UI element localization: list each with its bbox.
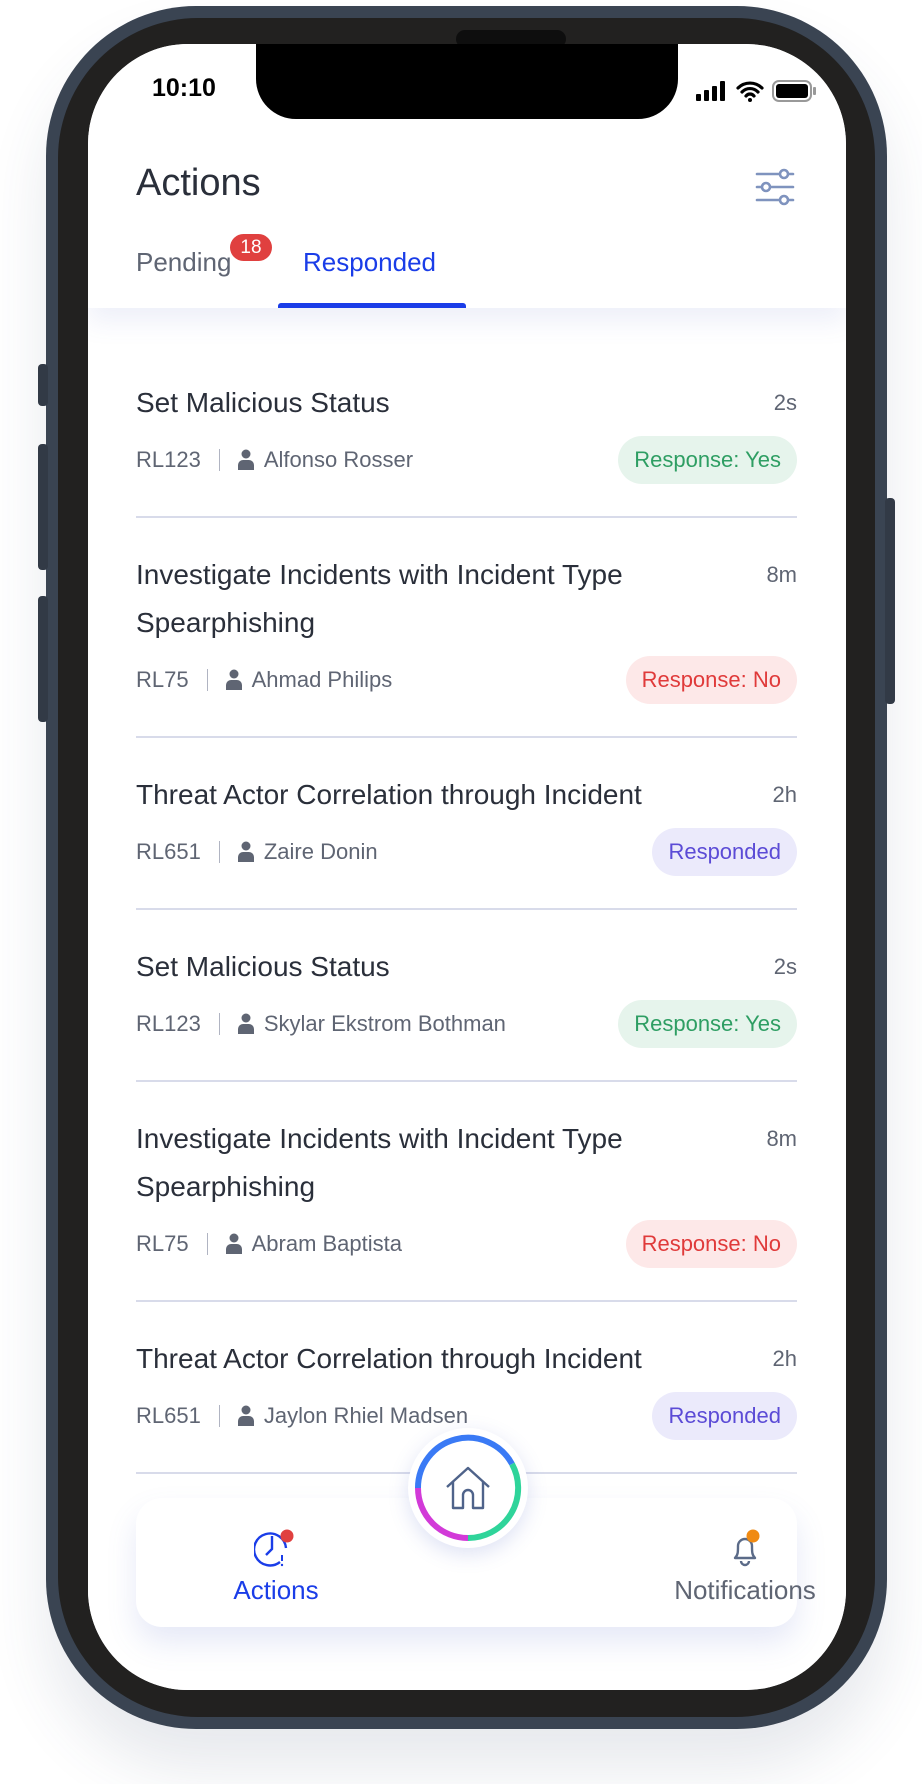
bell-icon xyxy=(733,1529,760,1567)
list-item[interactable]: Threat Actor Correlation through Inciden… xyxy=(136,738,797,910)
item-meta-row: RL75 Abram Baptista Response: No xyxy=(136,1220,797,1268)
item-title: Threat Actor Correlation through Inciden… xyxy=(136,779,642,810)
item-user: Zaire Donin xyxy=(263,839,378,864)
status-time: 10:10 xyxy=(152,74,216,102)
clock-alert-icon xyxy=(252,1529,294,1567)
divider xyxy=(218,449,220,471)
item-meta: RL123 Alfonso Rosser xyxy=(136,447,413,473)
nav-notifications[interactable]: Notifications xyxy=(656,1528,834,1606)
header: 10:10 Actions Pending 18 Responded xyxy=(88,44,846,308)
person-icon xyxy=(237,841,254,862)
item-time: 2h xyxy=(772,1346,797,1371)
item-id: RL651 xyxy=(136,1403,201,1428)
item-title: Set Malicious Status xyxy=(136,387,390,418)
item-time: 2h xyxy=(772,782,797,807)
page-title: Actions xyxy=(136,162,261,204)
item-meta: RL651 Zaire Donin xyxy=(136,839,378,865)
item-time: 8m xyxy=(766,562,797,587)
item-id: RL123 xyxy=(136,1011,201,1036)
item-time: 2s xyxy=(773,390,797,415)
nav-actions-label: Actions xyxy=(233,1575,319,1605)
list-item[interactable]: Investigate Incidents with Incident Type… xyxy=(136,518,797,738)
person-icon xyxy=(225,669,242,690)
item-header: Investigate Incidents with Incident Type… xyxy=(136,1115,797,1211)
item-meta-row: RL123 Skylar Ekstrom Bothman Response: Y… xyxy=(136,1000,797,1048)
item-title: Investigate Incidents with Incident Type… xyxy=(136,559,623,638)
status-badge: Responded xyxy=(652,828,797,876)
pending-count-badge: 18 xyxy=(230,234,272,261)
item-header: Investigate Incidents with Incident Type… xyxy=(136,551,797,647)
home-ring xyxy=(414,1434,522,1542)
screen: 10:10 Actions Pending 18 Responded Set M… xyxy=(88,44,846,1690)
item-header: Threat Actor Correlation through Inciden… xyxy=(136,771,797,819)
status-icons xyxy=(696,80,816,102)
item-title: Set Malicious Status xyxy=(136,951,390,982)
item-user: Ahmad Philips xyxy=(251,667,393,692)
item-time: 2s xyxy=(773,954,797,979)
status-badge: Response: No xyxy=(625,1220,797,1268)
divider xyxy=(206,1233,208,1255)
tab-responded[interactable]: Responded xyxy=(303,247,436,278)
status-badge: Response: Yes xyxy=(618,436,797,484)
person-icon xyxy=(225,1233,242,1254)
item-meta-row: RL651 Zaire Donin Responded xyxy=(136,828,797,876)
item-user: Abram Baptista xyxy=(251,1231,402,1256)
list-item[interactable]: Set Malicious Status 2s RL123 Alfonso Ro… xyxy=(136,346,797,518)
filter-icon[interactable] xyxy=(755,167,795,207)
person-icon xyxy=(237,449,254,470)
item-id: RL75 xyxy=(136,1231,189,1256)
item-user: Alfonso Rosser xyxy=(263,447,414,472)
divider xyxy=(218,841,220,863)
tab-pending[interactable]: Pending xyxy=(136,247,231,278)
item-header: Set Malicious Status 2s xyxy=(136,943,797,991)
divider xyxy=(206,669,208,691)
status-badge: Responded xyxy=(652,1392,797,1440)
divider xyxy=(218,1013,220,1035)
nav-actions[interactable]: Actions xyxy=(206,1528,346,1606)
item-meta-row: RL75 Ahmad Philips Response: No xyxy=(136,656,797,704)
list-item[interactable]: Set Malicious Status 2s RL123 Skylar Eks… xyxy=(136,910,797,1082)
item-meta: RL123 Skylar Ekstrom Bothman xyxy=(136,1011,506,1037)
wifi-icon xyxy=(736,81,764,102)
signal-icon xyxy=(696,81,725,101)
home-button[interactable] xyxy=(408,1428,528,1548)
person-icon xyxy=(237,1013,254,1034)
item-user: Skylar Ekstrom Bothman xyxy=(263,1011,506,1036)
item-header: Threat Actor Correlation through Inciden… xyxy=(136,1335,797,1383)
item-id: RL123 xyxy=(136,447,201,472)
battery-icon xyxy=(772,80,816,102)
item-user: Jaylon Rhiel Madsen xyxy=(263,1403,469,1428)
item-header: Set Malicious Status 2s xyxy=(136,379,797,427)
active-tab-indicator xyxy=(278,303,466,308)
nav-notifications-label: Notifications xyxy=(674,1575,816,1605)
status-badge: Response: No xyxy=(625,656,797,704)
item-meta: RL75 Ahmad Philips xyxy=(136,667,392,693)
volume-up-button xyxy=(38,444,48,570)
item-meta: RL651 Jaylon Rhiel Madsen xyxy=(136,1403,468,1429)
item-meta: RL75 Abram Baptista xyxy=(136,1231,402,1257)
item-meta-row: RL123 Alfonso Rosser Response: Yes xyxy=(136,436,797,484)
person-icon xyxy=(237,1405,254,1426)
notch xyxy=(256,44,678,119)
item-title: Threat Actor Correlation through Inciden… xyxy=(136,1343,642,1374)
item-id: RL75 xyxy=(136,667,189,692)
item-title: Investigate Incidents with Incident Type… xyxy=(136,1123,623,1202)
list-item[interactable]: Investigate Incidents with Incident Type… xyxy=(136,1082,797,1302)
status-badge: Response: Yes xyxy=(618,1000,797,1048)
side-button xyxy=(38,364,48,406)
volume-down-button xyxy=(38,596,48,722)
divider xyxy=(218,1405,220,1427)
power-button xyxy=(885,498,895,704)
item-time: 8m xyxy=(766,1126,797,1151)
item-id: RL651 xyxy=(136,839,201,864)
